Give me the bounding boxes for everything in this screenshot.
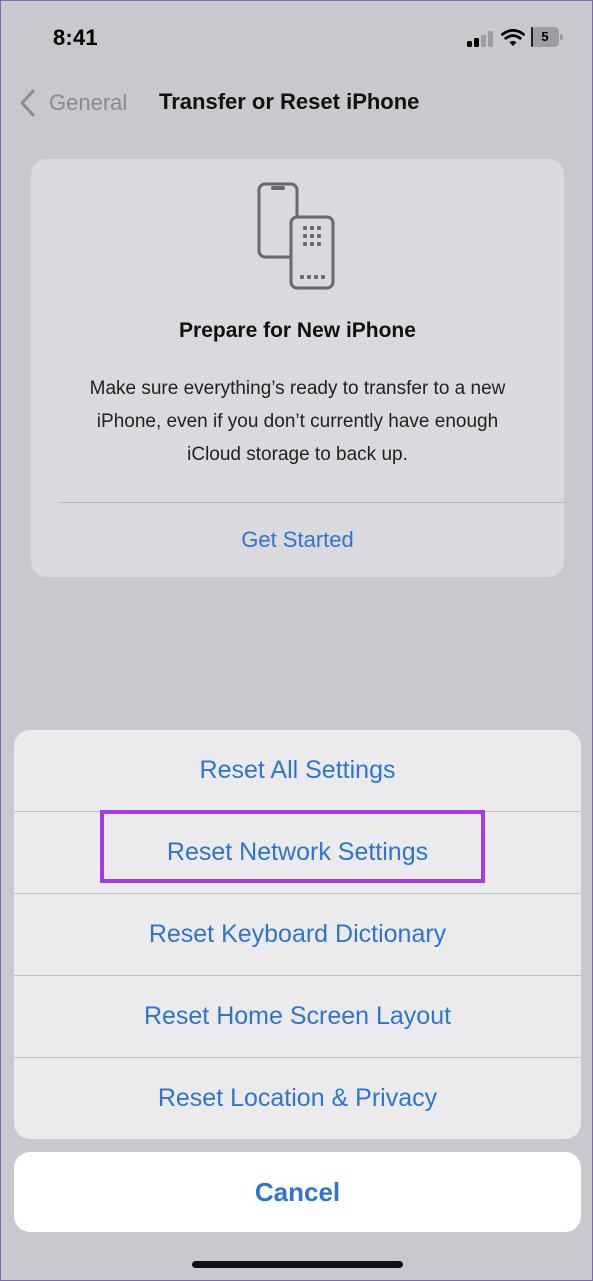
cellular-signal-icon <box>467 31 495 47</box>
navigation-bar: General Transfer or Reset iPhone <box>1 73 593 133</box>
back-button[interactable]: General <box>15 85 127 121</box>
page-title: Transfer or Reset iPhone <box>159 89 420 114</box>
reset-location-privacy-button[interactable]: Reset Location & Privacy <box>14 1058 581 1139</box>
wifi-icon <box>501 29 525 46</box>
home-indicator <box>192 1261 403 1268</box>
reset-network-settings-button[interactable]: Reset Network Settings <box>14 812 581 893</box>
status-bar: 8:41 5 <box>1 1 593 73</box>
reset-keyboard-dictionary-button[interactable]: Reset Keyboard Dictionary <box>14 894 581 975</box>
back-label: General <box>49 90 128 115</box>
card-divider <box>59 502 564 503</box>
transfer-phones-icon <box>257 182 335 290</box>
reset-home-screen-layout-button[interactable]: Reset Home Screen Layout <box>14 976 581 1057</box>
battery-percentage: 5 <box>541 29 549 44</box>
card-description: Make sure everything’s ready to transfer… <box>89 378 506 465</box>
reset-action-sheet: Reset All Settings Reset Network Setting… <box>14 730 581 1139</box>
get-started-button[interactable]: Get Started <box>31 527 564 553</box>
prepare-new-iphone-card: Prepare for New iPhone Make sure everyth… <box>31 159 564 577</box>
transfer-reset-screen: 8:41 5 General Transfer or Reset iPhone <box>1 1 592 1280</box>
card-title: Prepare for New iPhone <box>179 319 416 342</box>
chevron-left-icon <box>20 89 35 117</box>
status-time: 8:41 <box>53 25 98 50</box>
battery-icon: 5 <box>531 27 563 47</box>
battery-cap <box>560 34 563 40</box>
cancel-button[interactable]: Cancel <box>14 1152 581 1232</box>
reset-all-settings-button[interactable]: Reset All Settings <box>14 730 581 811</box>
